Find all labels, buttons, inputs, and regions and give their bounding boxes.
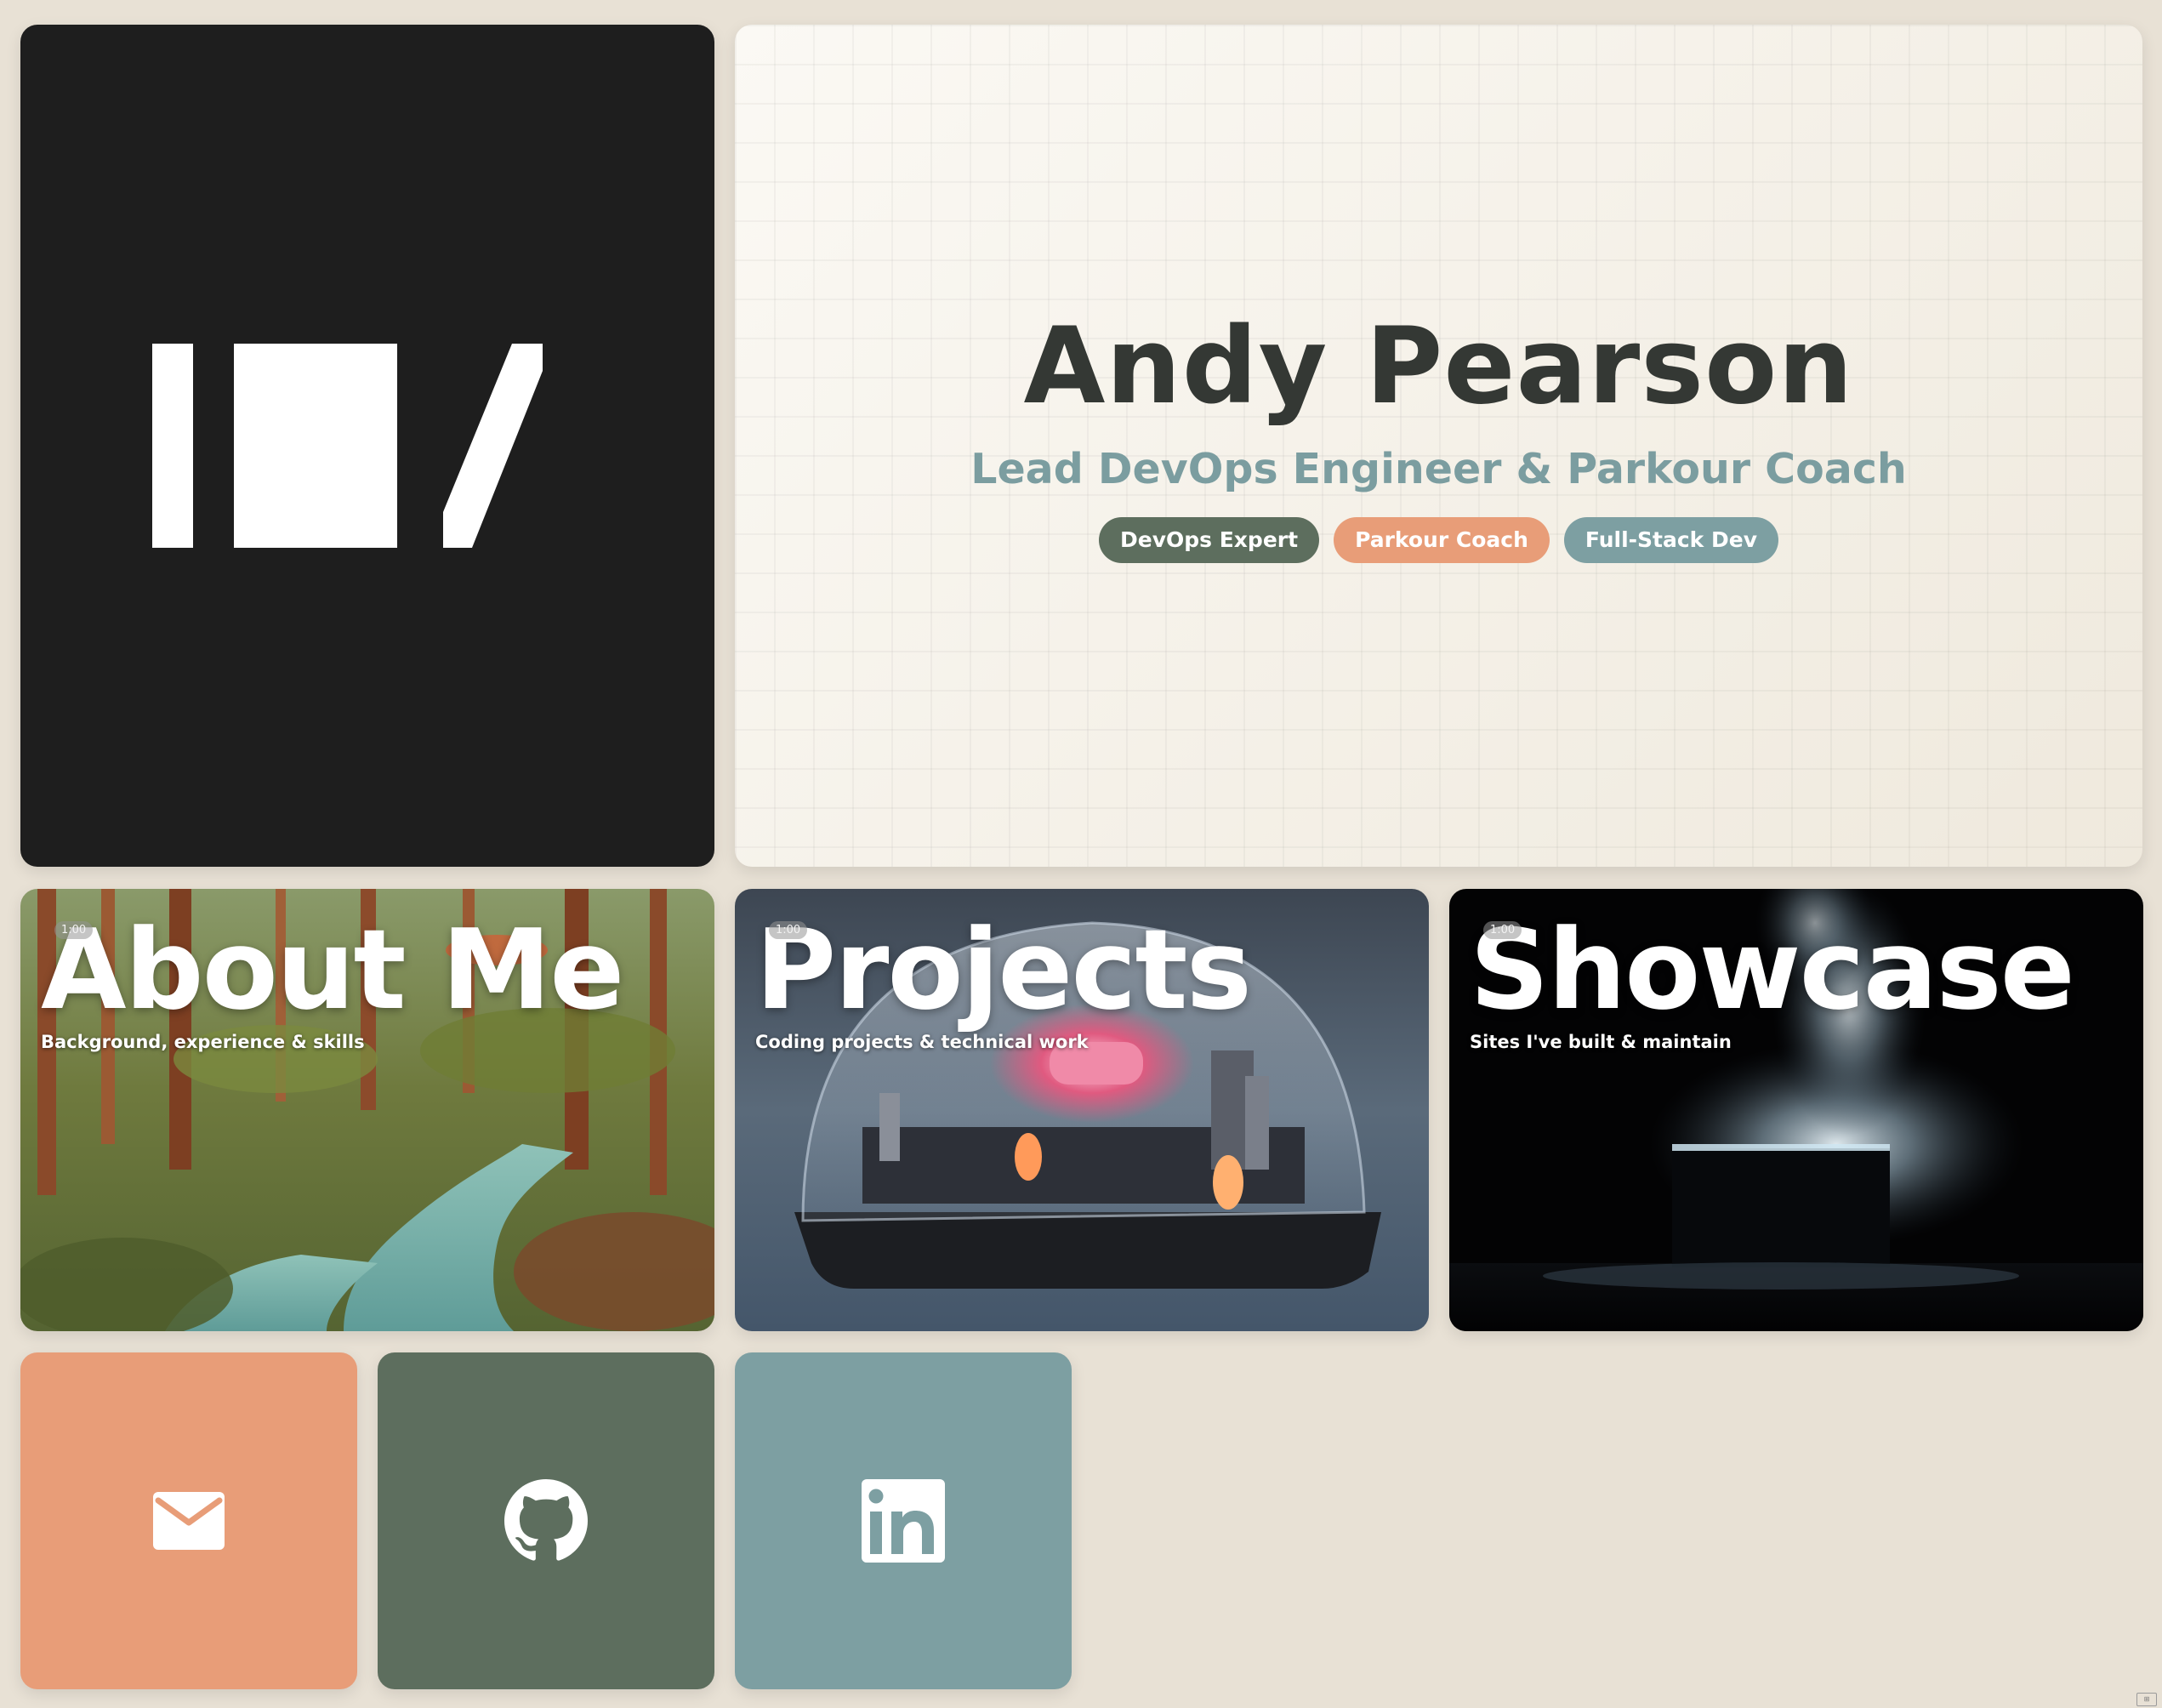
hero-name: Andy Pearson (1023, 305, 1854, 428)
linkedin-icon (862, 1479, 945, 1563)
envelope-icon (153, 1492, 225, 1550)
email-link[interactable] (20, 1352, 357, 1689)
section-title: About Me (41, 905, 624, 1034)
showcase-card[interactable]: Showcase Sites I've built & maintain 1:0… (1449, 889, 2143, 1331)
section-description: Coding projects & technical work (755, 1032, 1089, 1052)
tag-devops-expert: DevOps Expert (1098, 517, 1320, 563)
tag-parkour-coach: Parkour Coach (1334, 517, 1550, 563)
section-title: Projects (755, 905, 1252, 1034)
github-link[interactable] (378, 1352, 714, 1689)
linkedin-link[interactable] (735, 1352, 1072, 1689)
corner-icon: ⊞ (2136, 1693, 2157, 1706)
projects-card[interactable]: Projects Coding projects & technical wor… (735, 889, 1429, 1331)
site-logo (152, 344, 543, 548)
github-icon (504, 1479, 588, 1561)
section-title: Showcase (1470, 905, 2075, 1034)
duration-badge: 1:00 (769, 921, 808, 939)
section-description: Background, experience & skills (41, 1032, 365, 1052)
section-description: Sites I've built & maintain (1470, 1032, 1732, 1052)
duration-badge: 1:00 (54, 921, 94, 939)
hero-card: Andy Pearson Lead DevOps Engineer & Park… (735, 25, 2142, 867)
tag-full-stack-dev: Full-Stack Dev (1563, 517, 1779, 563)
tag-list: DevOps Expert Parkour Coach Full-Stack D… (735, 517, 2142, 563)
about-me-card[interactable]: About Me Background, experience & skills… (20, 889, 714, 1331)
hero-subtitle: Lead DevOps Engineer & Parkour Coach (970, 445, 1907, 493)
logo-card[interactable] (20, 25, 714, 867)
duration-badge: 1:00 (1483, 921, 1522, 939)
